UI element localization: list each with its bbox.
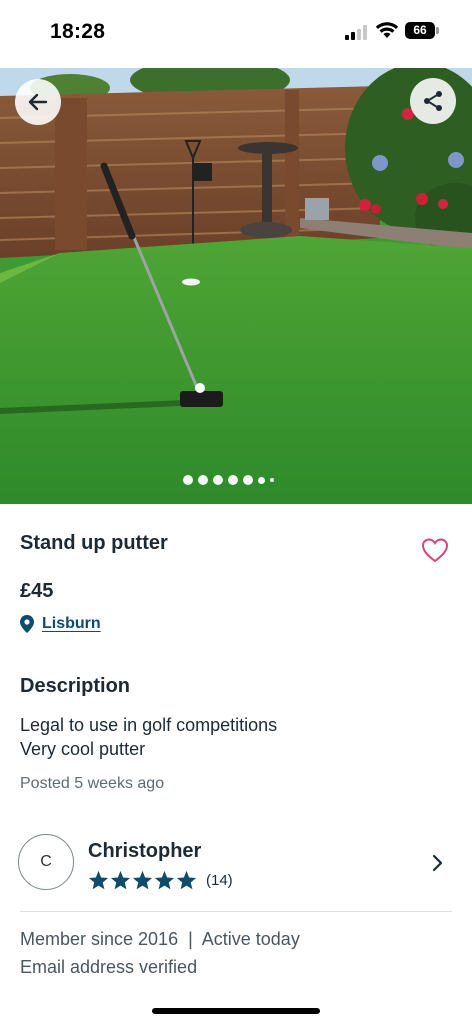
seller-rating: (14) <box>88 870 233 890</box>
share-icon <box>424 91 442 111</box>
seller-name: Christopher <box>88 840 202 862</box>
share-button[interactable] <box>410 78 456 124</box>
member-info: Member since 2016 | Active today <box>20 929 300 949</box>
battery-icon: 66 <box>405 22 435 39</box>
status-time: 18:28 <box>50 20 106 43</box>
home-indicator[interactable] <box>152 1008 320 1014</box>
pagination-dot[interactable] <box>243 475 253 485</box>
review-count: (14) <box>206 871 233 889</box>
arrow-left-icon <box>28 93 48 111</box>
pagination-dot[interactable] <box>270 478 274 482</box>
star-icon <box>110 870 131 890</box>
seller-profile-row[interactable]: C Christopher (14) <box>18 834 458 896</box>
pagination-dot[interactable] <box>198 475 208 485</box>
star-icon <box>88 870 109 890</box>
description-line: Very cool putter <box>20 739 146 759</box>
star-icon <box>132 870 153 890</box>
divider <box>20 911 452 912</box>
star-icon <box>176 870 197 890</box>
location-link[interactable]: Lisburn <box>42 615 101 633</box>
location-row: Lisburn <box>20 615 101 633</box>
heart-outline-icon <box>421 538 449 563</box>
description-heading: Description <box>20 675 131 697</box>
avatar: C <box>18 834 74 890</box>
signal-icon <box>345 24 369 40</box>
pagination-dot[interactable] <box>228 475 238 485</box>
wifi-icon <box>375 22 399 38</box>
pagination-dot[interactable] <box>213 475 223 485</box>
star-icon <box>154 870 175 890</box>
status-bar: 18:28 66 <box>0 0 472 64</box>
posted-time: Posted 5 weeks ago <box>20 775 165 792</box>
listing-price: £45 <box>20 580 54 602</box>
pagination-dot[interactable] <box>258 476 265 484</box>
back-button[interactable] <box>15 79 61 125</box>
listing-photo[interactable] <box>0 68 472 504</box>
gallery-pagination[interactable] <box>183 475 274 485</box>
battery-nub <box>436 27 439 34</box>
description-line: Legal to use in golf competitions <box>20 715 278 735</box>
pagination-dot[interactable] <box>183 475 193 485</box>
putting-green-photo <box>0 68 472 504</box>
verification-status: Email address verified <box>20 957 198 977</box>
map-pin-icon <box>20 615 34 633</box>
chevron-right-icon <box>432 854 443 872</box>
listing-title: Stand up putter <box>20 532 168 554</box>
favorite-button[interactable] <box>421 537 449 568</box>
